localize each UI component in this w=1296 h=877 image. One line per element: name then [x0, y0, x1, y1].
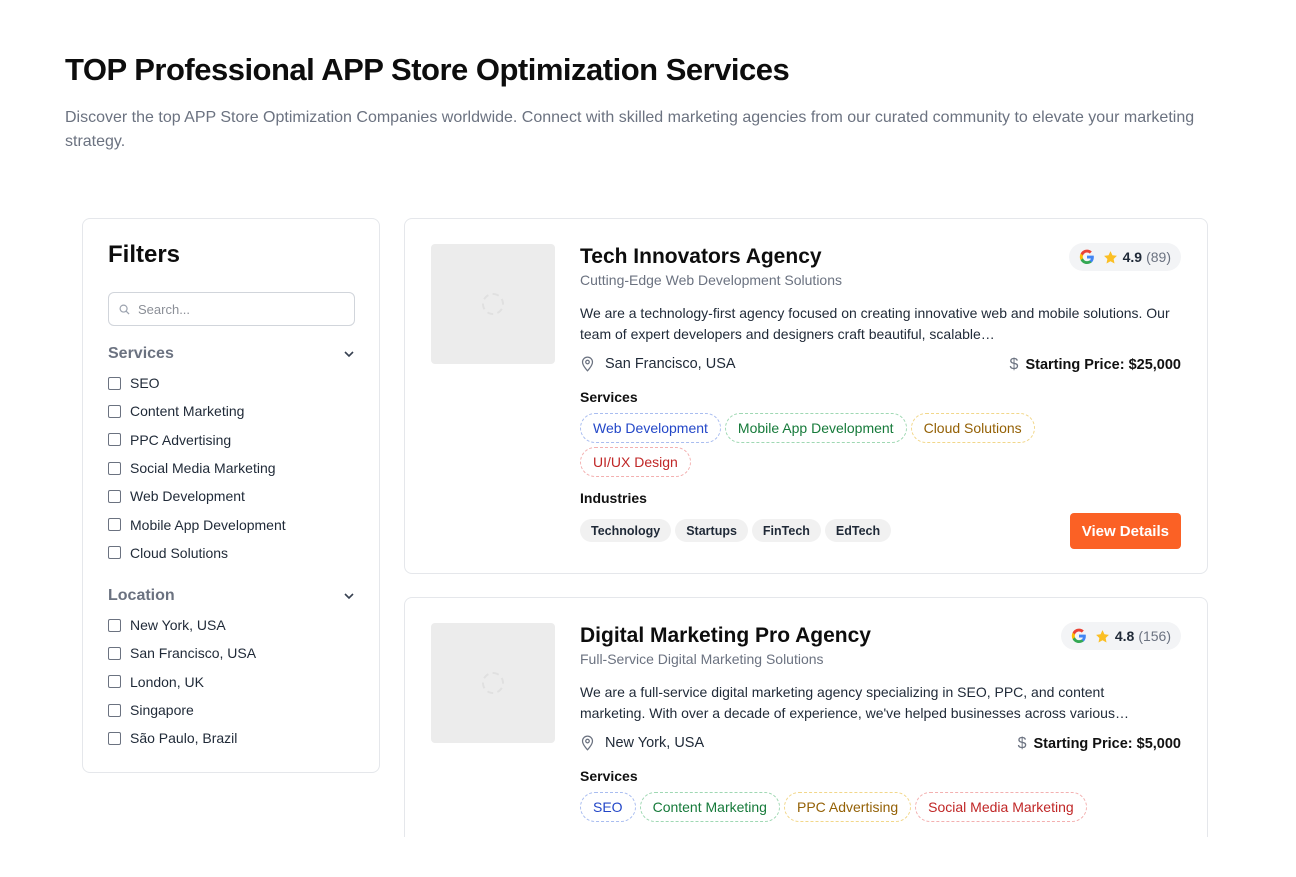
- agency-description: We are a technology-first agency focused…: [580, 305, 1170, 342]
- service-option-mobile-app-development[interactable]: Mobile App Development: [108, 510, 286, 538]
- service-pills: Web Development Mobile App Development C…: [580, 413, 1140, 477]
- industry-tag: FinTech: [751, 519, 821, 542]
- location-option-london[interactable]: London, UK: [108, 668, 256, 696]
- rating-count: (89): [1146, 249, 1171, 265]
- checkbox[interactable]: [108, 489, 121, 503]
- chevron-down-icon: [344, 593, 354, 600]
- rating-badge: 4.8 (156): [1060, 622, 1181, 650]
- service-option-cloud-solutions[interactable]: Cloud Solutions: [108, 539, 286, 567]
- checkbox[interactable]: [108, 618, 121, 632]
- industry-tag: Startups: [675, 519, 748, 542]
- starting-price: $ Starting Price: $25,000: [1010, 356, 1181, 374]
- map-pin-icon: [581, 735, 594, 751]
- checkbox[interactable]: [108, 461, 121, 475]
- services-section-toggle[interactable]: Services: [108, 345, 355, 363]
- service-pills: SEO Content Marketing PPC Advertising So…: [580, 792, 1140, 822]
- map-pin-icon: [581, 356, 594, 372]
- location-option-singapore[interactable]: Singapore: [108, 696, 256, 724]
- agency-name[interactable]: Digital Marketing Pro Agency: [580, 624, 871, 648]
- checkbox[interactable]: [108, 518, 121, 532]
- agency-card: Tech Innovators Agency Cutting-Edge Web …: [404, 218, 1208, 574]
- location-section-toggle[interactable]: Location: [108, 587, 355, 605]
- checkbox[interactable]: [108, 376, 121, 390]
- loading-spinner-icon: [482, 672, 504, 694]
- agency-logo-placeholder: [431, 623, 555, 743]
- services-heading: Services: [580, 768, 638, 784]
- checkbox[interactable]: [108, 703, 121, 717]
- service-pill: Cloud Solutions: [910, 413, 1035, 443]
- agency-description: We are a full-service digital marketing …: [580, 684, 1129, 721]
- dollar-icon: $: [1017, 735, 1027, 752]
- search-input[interactable]: [138, 301, 338, 317]
- search-field[interactable]: [108, 292, 355, 326]
- price-text: Starting Price: $25,000: [1025, 357, 1181, 373]
- service-option-content-marketing[interactable]: Content Marketing: [108, 397, 286, 425]
- starting-price: $ Starting Price: $5,000: [1018, 735, 1181, 753]
- services-heading: Services: [580, 389, 638, 405]
- agency-card: Digital Marketing Pro Agency Full-Servic…: [404, 597, 1208, 837]
- service-pill: Social Media Marketing: [915, 792, 1087, 822]
- location-text: New York, USA: [605, 735, 705, 751]
- google-icon: [1079, 249, 1094, 264]
- google-icon: [1071, 628, 1086, 643]
- industry-tag: Technology: [580, 519, 672, 542]
- industry-tag: EdTech: [824, 519, 892, 542]
- location-options: New York, USA San Francisco, USA London,…: [108, 611, 256, 752]
- service-pill: PPC Advertising: [783, 792, 912, 822]
- checkbox[interactable]: [108, 546, 121, 560]
- agency-location: New York, USA: [580, 735, 704, 751]
- service-pill: Mobile App Development: [724, 413, 907, 443]
- chevron-down-icon: [344, 351, 354, 358]
- agency-tagline: Cutting-Edge Web Development Solutions: [580, 272, 843, 288]
- location-option-new-york[interactable]: New York, USA: [108, 611, 256, 639]
- checkbox[interactable]: [108, 646, 121, 660]
- location-text: San Francisco, USA: [605, 356, 736, 372]
- rating-badge: 4.9 (89): [1068, 243, 1181, 271]
- agency-name[interactable]: Tech Innovators Agency: [580, 245, 822, 269]
- services-section-label: Services: [108, 345, 174, 362]
- search-icon: [119, 304, 130, 315]
- filters-title: Filters: [108, 241, 181, 268]
- loading-spinner-icon: [482, 293, 504, 315]
- service-option-social-media-marketing[interactable]: Social Media Marketing: [108, 454, 286, 482]
- star-icon: [1095, 629, 1109, 642]
- page-description: Discover the top APP Store Optimization …: [65, 109, 1195, 150]
- industries-heading: Industries: [580, 490, 647, 506]
- checkbox[interactable]: [108, 731, 121, 745]
- checkbox[interactable]: [108, 675, 121, 689]
- price-text: Starting Price: $5,000: [1033, 736, 1182, 752]
- location-option-san-francisco[interactable]: San Francisco, USA: [108, 639, 256, 667]
- service-pill: SEO: [580, 792, 636, 822]
- checkbox[interactable]: [108, 404, 121, 418]
- rating-score: 4.8: [1114, 628, 1135, 644]
- service-option-ppc-advertising[interactable]: PPC Advertising: [108, 426, 286, 454]
- service-pill: Web Development: [580, 413, 721, 443]
- service-pill: UI/UX Design: [580, 447, 691, 477]
- rating-score: 4.9: [1122, 249, 1143, 265]
- agency-location: San Francisco, USA: [580, 356, 736, 372]
- location-section-label: Location: [108, 587, 175, 604]
- view-details-button[interactable]: View Details: [1069, 513, 1181, 549]
- filters-panel: Filters Services SEO Content Marketing P…: [82, 218, 380, 773]
- agency-logo-placeholder: [431, 244, 555, 364]
- industry-tags: Technology Startups FinTech EdTech: [580, 519, 892, 542]
- services-options: SEO Content Marketing PPC Advertising So…: [108, 369, 286, 567]
- service-option-web-development[interactable]: Web Development: [108, 482, 286, 510]
- service-option-seo[interactable]: SEO: [108, 369, 286, 397]
- location-option-sao-paulo[interactable]: São Paulo, Brazil: [108, 724, 256, 752]
- dollar-icon: $: [1009, 356, 1019, 373]
- page-title: TOP Professional APP Store Optimization …: [65, 52, 790, 87]
- agency-tagline: Full-Service Digital Marketing Solutions: [580, 651, 824, 667]
- rating-count: (156): [1138, 628, 1171, 644]
- star-icon: [1103, 250, 1117, 263]
- service-pill: Content Marketing: [639, 792, 780, 822]
- checkbox[interactable]: [108, 433, 121, 447]
